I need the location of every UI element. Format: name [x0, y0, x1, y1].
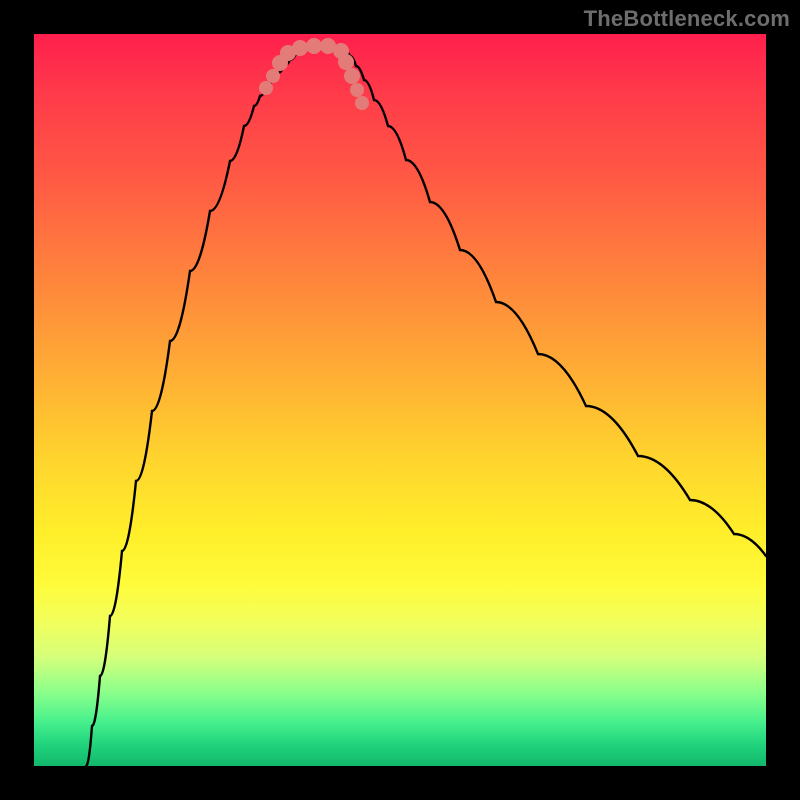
- valley-marker: [338, 54, 354, 70]
- watermark-text: TheBottleneck.com: [584, 6, 790, 32]
- curve-left-branch: [86, 50, 302, 766]
- chart-stage: TheBottleneck.com: [0, 0, 800, 800]
- valley-marker: [259, 81, 273, 95]
- valley-marker: [355, 96, 369, 110]
- curve-right-branch: [344, 50, 766, 556]
- valley-marker: [266, 69, 280, 83]
- valley-marker: [350, 83, 364, 97]
- valley-markers: [259, 38, 369, 110]
- valley-marker: [306, 38, 322, 54]
- plot-area: [34, 34, 766, 766]
- valley-marker: [344, 68, 360, 84]
- curve-layer: [34, 34, 766, 766]
- valley-marker: [292, 40, 308, 56]
